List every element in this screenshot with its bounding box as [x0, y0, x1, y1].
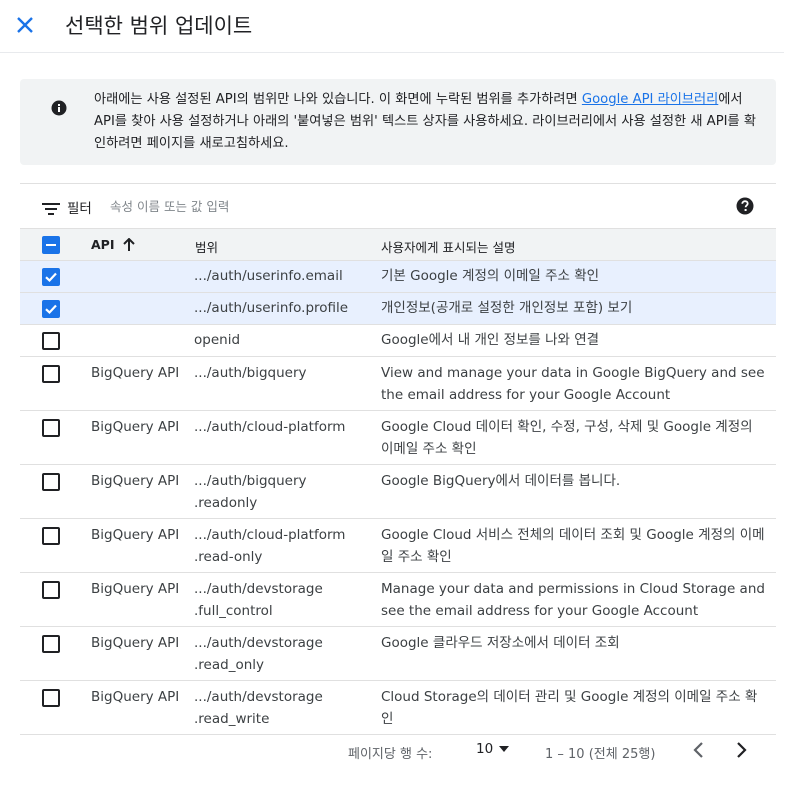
row-checkbox[interactable]	[42, 527, 60, 545]
next-page-icon[interactable]	[736, 741, 748, 763]
column-header-description: 사용자에게 표시되는 설명	[381, 240, 516, 255]
row-description: Cloud Storage의 데이터 관리 및 Google 계정의 이메일 주…	[381, 689, 758, 727]
row-description: Google Cloud 서비스 전체의 데이터 조회 및 Google 계정의…	[381, 527, 765, 565]
row-description: 기본 Google 계정의 이메일 주소 확인	[381, 268, 600, 284]
row-checkbox[interactable]	[42, 300, 60, 318]
table-row[interactable]: BigQuery API .../auth/cloud-platform Googl…	[20, 411, 776, 465]
checked-checkbox-icon	[42, 300, 60, 318]
column-header-scope: 범위	[195, 240, 219, 255]
table-row[interactable]: BigQuery API .../auth/bigquery .readonly G…	[20, 465, 776, 519]
info-text-1: 아래에는 사용 설정된 API의 범위만 나와 있습니다. 이 화면에 누락된 …	[94, 92, 582, 107]
unchecked-checkbox-icon	[42, 527, 60, 545]
table-header: API 범위 사용자에게 표시되는 설명	[20, 229, 776, 261]
row-api: BigQuery API	[91, 689, 180, 705]
row-api: BigQuery API	[91, 419, 180, 435]
dialog-title: 선택한 범위 업데이트	[65, 14, 253, 38]
table-body: .../auth/userinfo.email 기본 Google 계정의 이메일…	[20, 261, 776, 735]
rows-per-page-label: 페이지당 행 수:	[348, 747, 433, 762]
table-row[interactable]: openid Google에서 내 개인 정보를 나와 연결	[20, 325, 776, 357]
row-scope: .../auth/userinfo.email	[194, 268, 343, 284]
row-description: Google 클라우드 저장소에서 데이터 조회	[381, 635, 620, 651]
column-header-api-label: API	[91, 237, 115, 252]
api-library-link[interactable]: Google API 라이브러리	[582, 92, 718, 107]
select-all-checkbox[interactable]	[42, 236, 60, 254]
unchecked-checkbox-icon	[42, 635, 60, 653]
info-icon	[51, 100, 67, 116]
column-header-api[interactable]: API	[91, 237, 135, 252]
row-api: BigQuery API	[91, 473, 180, 489]
indeterminate-checkbox-icon	[42, 236, 60, 254]
header-divider	[0, 52, 784, 53]
info-message: 아래에는 사용 설정된 API의 범위만 나와 있습니다. 이 화면에 누락된 …	[94, 89, 756, 155]
unchecked-checkbox-icon	[42, 332, 60, 350]
checked-checkbox-icon	[42, 268, 60, 286]
dropdown-arrow-icon	[499, 746, 510, 752]
table-row[interactable]: BigQuery API .../auth/devstorage .full_co…	[20, 573, 776, 627]
table-row[interactable]: .../auth/userinfo.profile 개인정보(공개로 설정한 개인…	[20, 293, 776, 325]
filter-input[interactable]	[108, 193, 408, 219]
row-checkbox[interactable]	[42, 332, 60, 350]
filter-icon[interactable]	[42, 200, 60, 219]
row-scope: .../auth/devstorage .read_only	[194, 635, 323, 673]
sort-ascending-icon	[122, 237, 135, 251]
row-scope: .../auth/bigquery	[194, 365, 307, 381]
table-row[interactable]: BigQuery API .../auth/devstorage .read_wr…	[20, 681, 776, 735]
row-api: BigQuery API	[91, 581, 180, 597]
unchecked-checkbox-icon	[42, 473, 60, 491]
info-banner: 아래에는 사용 설정된 API의 범위만 나와 있습니다. 이 화면에 누락된 …	[20, 79, 776, 165]
row-description: Google에서 내 개인 정보를 나와 연결	[381, 332, 600, 348]
unchecked-checkbox-icon	[42, 419, 60, 437]
table-row[interactable]: BigQuery API .../auth/devstorage .read_on…	[20, 627, 776, 681]
row-checkbox[interactable]	[42, 268, 60, 286]
row-scope: .../auth/cloud-platform .read-only	[194, 527, 346, 565]
rows-per-page-select[interactable]: 10	[476, 741, 510, 757]
row-scope: .../auth/devstorage .read_write	[194, 689, 323, 727]
unchecked-checkbox-icon	[42, 365, 60, 383]
row-scope: .../auth/devstorage .full_control	[194, 581, 323, 619]
row-description: View and manage your data in Google BigQ…	[381, 365, 765, 403]
table-row[interactable]: .../auth/userinfo.email 기본 Google 계정의 이메일…	[20, 261, 776, 293]
scopes-table: 필터 API 범위 사용자에게 표시되는 설명 .../auth/userinf…	[20, 183, 776, 735]
filter-label: 필터	[67, 201, 92, 217]
table-row[interactable]: BigQuery API .../auth/bigquery View and ma…	[20, 357, 776, 411]
previous-page-icon[interactable]	[692, 741, 704, 763]
rows-per-page-value: 10	[476, 741, 494, 757]
page-range: 1 – 10 (전체 25행)	[545, 747, 656, 762]
dialog-header: 선택한 범위 업데이트	[0, 0, 799, 53]
row-scope: .../auth/userinfo.profile	[194, 300, 349, 316]
row-scope: .../auth/cloud-platform	[194, 419, 346, 435]
row-api: BigQuery API	[91, 635, 180, 651]
row-checkbox[interactable]	[42, 689, 60, 707]
row-description: Google BigQuery에서 데이터를 봅니다.	[381, 473, 621, 489]
row-checkbox[interactable]	[42, 365, 60, 383]
row-api: BigQuery API	[91, 527, 180, 543]
filter-bar: 필터	[20, 184, 776, 229]
table-row[interactable]: BigQuery API .../auth/cloud-platform .rea…	[20, 519, 776, 573]
row-api: BigQuery API	[91, 365, 180, 381]
row-scope: .../auth/bigquery .readonly	[194, 473, 307, 511]
help-icon[interactable]	[736, 197, 754, 219]
row-checkbox[interactable]	[42, 635, 60, 653]
row-checkbox[interactable]	[42, 419, 60, 437]
unchecked-checkbox-icon	[42, 581, 60, 599]
row-description: Manage your data and permissions in Clou…	[381, 581, 765, 619]
unchecked-checkbox-icon	[42, 689, 60, 707]
row-description: Google Cloud 데이터 확인, 수정, 구성, 삭제 및 Google…	[381, 419, 753, 457]
row-description: 개인정보(공개로 설정한 개인정보 포함) 보기	[381, 300, 633, 316]
pagination: 페이지당 행 수: 10 1 – 10 (전체 25행)	[0, 732, 799, 772]
close-icon[interactable]	[14, 14, 36, 36]
row-checkbox[interactable]	[42, 581, 60, 599]
row-checkbox[interactable]	[42, 473, 60, 491]
row-scope: openid	[194, 332, 241, 348]
